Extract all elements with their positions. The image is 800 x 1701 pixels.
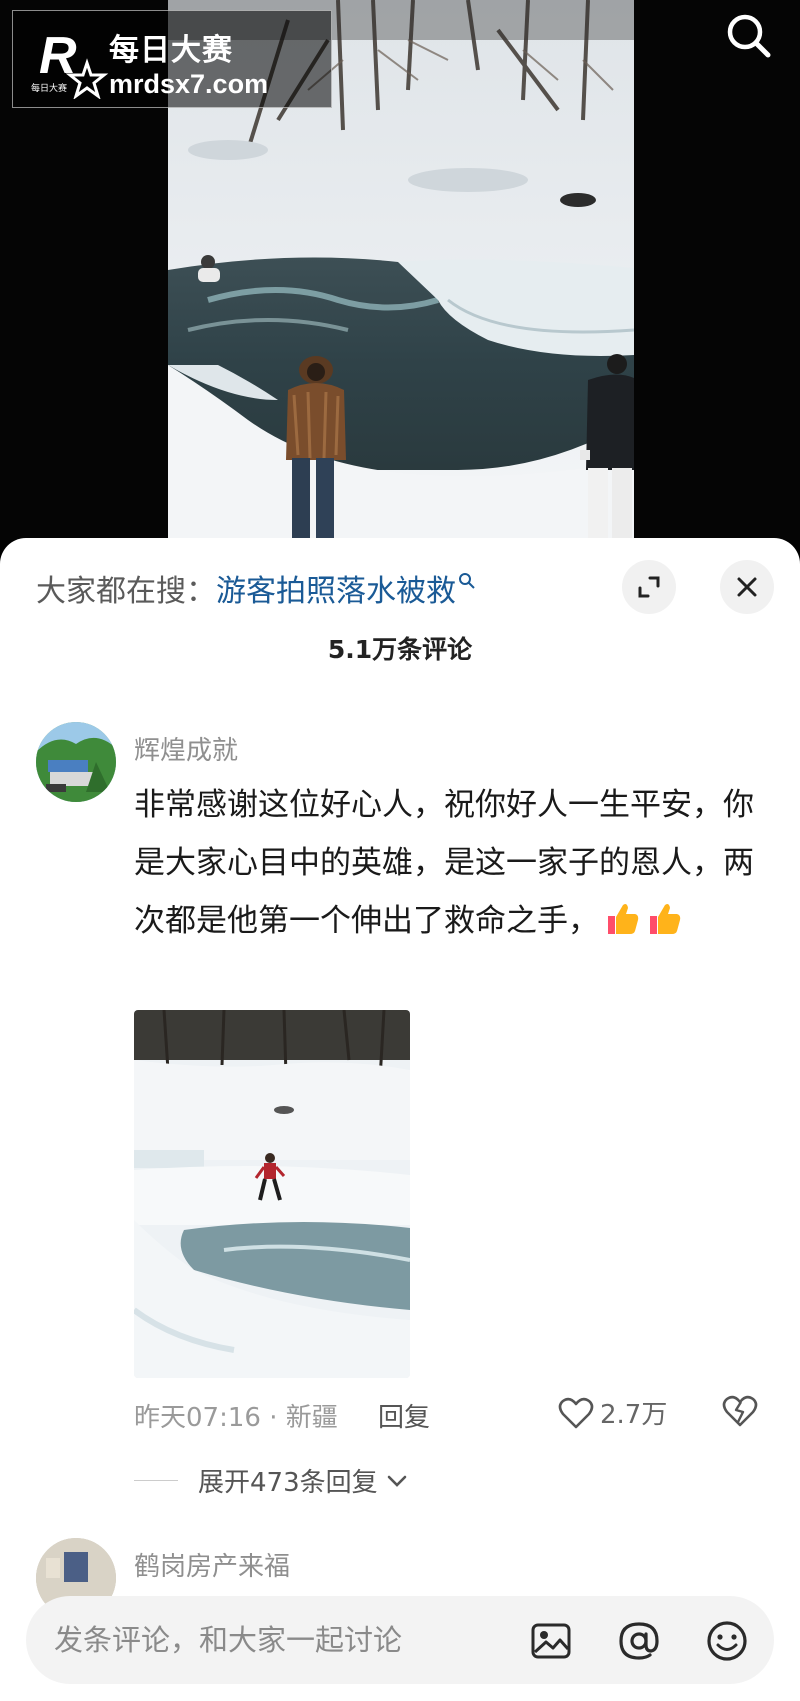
avatar[interactable] [36,722,116,802]
comment-input[interactable] [54,1614,494,1666]
watermark-logo: R 每日大赛 [31,27,109,99]
close-button[interactable] [720,560,774,614]
bottom-safe-area [0,1690,800,1701]
close-icon [737,577,757,597]
hot-search-link[interactable]: 游客拍照落水被救 [216,566,456,610]
at-icon[interactable] [616,1618,662,1664]
hot-search-bar: 大家都在搜： 游客拍照落水被救 [36,566,476,610]
hot-search-prefix: 大家都在搜： [36,574,216,609]
search-button[interactable] [720,12,776,62]
divider-line [134,1480,178,1481]
thumbs-up-icon [650,904,681,934]
chevron-down-icon [387,1475,406,1487]
comment-image[interactable] [134,1010,410,1378]
comment-meta: 昨天07:16 · 新疆 [134,1397,338,1434]
like-button[interactable]: 2.7万 [558,1394,667,1431]
emoji-icon[interactable] [704,1618,750,1664]
svg-text:每日大赛: 每日大赛 [31,82,67,94]
heart-icon [558,1397,594,1428]
avatar-image [36,722,116,802]
reply-button[interactable]: 回复 [378,1397,430,1434]
comment-input-bar [26,1596,774,1684]
search-icon [727,14,771,58]
expand-button[interactable] [622,560,676,614]
watermark-url: mrdsx7.com [109,69,269,99]
thumbs-up-icon [608,904,639,934]
comment-location: 新疆 [285,1403,338,1433]
comment-username[interactable]: 鹤岗房产来福 [134,1546,290,1583]
comment-text: 非常感谢这位好心人，祝你好人一生平安，你是大家心目中的英雄，是这一家子的恩人，两… [134,776,754,950]
like-count: 2.7万 [600,1400,668,1430]
meta-separator: · [260,1403,286,1433]
comment-image-scene [134,1010,410,1378]
small-search-icon [459,573,475,589]
expand-replies-label: 展开473条回复 [198,1468,378,1498]
image-icon[interactable] [528,1618,574,1664]
comment-time: 昨天07:16 [134,1403,261,1433]
comment-username[interactable]: 辉煌成就 [134,730,238,767]
video-player[interactable]: R 每日大赛 每日大赛 mrdsx7.com [0,0,800,540]
watermark-title: 每日大赛 [109,34,233,67]
dislike-button[interactable] [722,1394,758,1428]
watermark: R 每日大赛 每日大赛 mrdsx7.com [12,10,332,108]
comment-count: 5.1万条评论 [327,635,473,664]
expand-icon [638,576,660,598]
expand-replies-button[interactable]: 展开473条回复 [134,1462,410,1499]
comment-sheet: 大家都在搜： 游客拍照落水被救 5.1万条评论 辉煌成就 非常感谢这位好心人，祝… [0,538,800,1701]
dislike-heart-icon [722,1395,758,1427]
